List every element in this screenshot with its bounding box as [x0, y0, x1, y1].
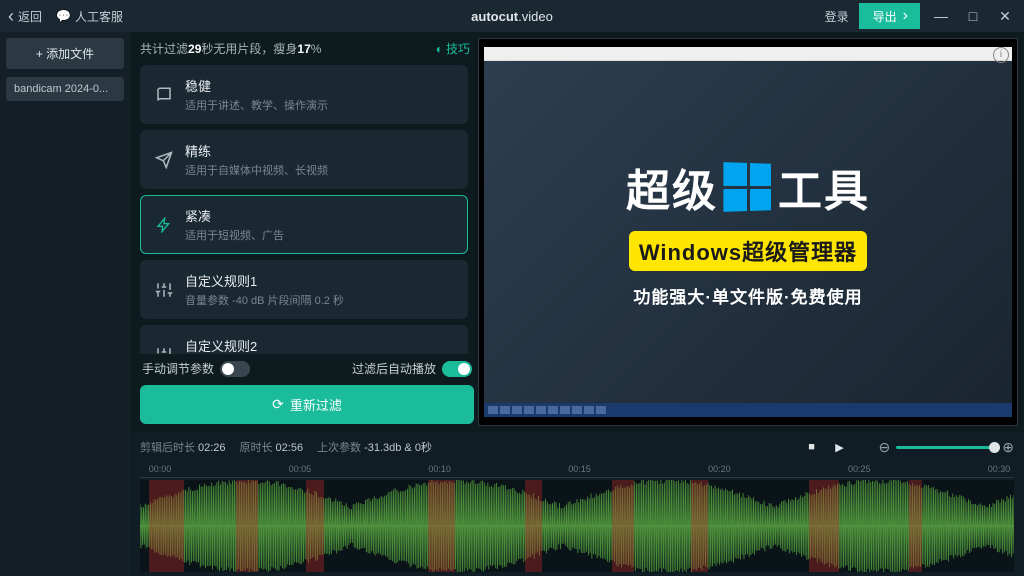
refilter-button[interactable]: 重新过滤: [140, 385, 474, 424]
cut-segment[interactable]: [909, 480, 922, 572]
windows-logo-icon: [723, 163, 771, 213]
mode-title: 自定义规则2: [185, 336, 344, 354]
cut-segment[interactable]: [612, 480, 634, 572]
cut-segment[interactable]: [149, 480, 184, 572]
zoom-slider[interactable]: [896, 446, 996, 449]
add-file-button[interactable]: + 添加文件: [6, 38, 124, 69]
export-button[interactable]: 导出: [859, 3, 920, 29]
mode-desc: 音量参数 -40 dB 片段间隔 0.2 秒: [185, 292, 344, 308]
titlebar: 返回 人工客服 autocut.video 登录 导出 — □ ✕: [0, 0, 1024, 32]
file-item[interactable]: bandicam 2024-0...: [6, 77, 124, 101]
mode-list: 稳健适用于讲述、教学、操作演示精练适用于自媒体中视频、长视频紧凑适用于短视频、广…: [140, 65, 474, 354]
autoplay-toggle[interactable]: [442, 361, 472, 377]
stop-button[interactable]: ■: [803, 438, 821, 456]
preview-info-icon[interactable]: i: [993, 47, 1009, 63]
mode-card[interactable]: 精练适用于自媒体中视频、长视频: [140, 130, 468, 189]
app-title: autocut.video: [471, 9, 553, 24]
waveform[interactable]: [140, 480, 1014, 572]
ruler-tick: 00:00: [149, 464, 172, 474]
cut-segment[interactable]: [691, 480, 708, 572]
mode-card[interactable]: 自定义规则2音量参数 -40 dB 片段间隔 0.2 秒: [140, 325, 468, 354]
mode-desc: 适用于自媒体中视频、长视频: [185, 162, 328, 178]
ruler-tick: 00:25: [848, 464, 871, 474]
cut-segment[interactable]: [525, 480, 542, 572]
cut-segment[interactable]: [428, 480, 454, 572]
preview-badge: Windows超级管理器: [629, 231, 867, 271]
mode-title: 稳健: [185, 76, 328, 95]
sidebar: + 添加文件 bandicam 2024-0...: [0, 32, 130, 576]
book-icon: [153, 84, 175, 106]
ruler-tick: 00:20: [708, 464, 731, 474]
video-preview[interactable]: 超级 工具 Windows超级管理器 功能强大·单文件版·免费使用 i: [478, 38, 1018, 426]
ruler-tick: 00:30: [988, 464, 1011, 474]
controls-panel: 共计过滤29秒无用片段，瘦身17% 技巧 稳健适用于讲述、教学、操作演示精练适用…: [130, 32, 478, 432]
mode-title: 自定义规则1: [185, 271, 344, 290]
cut-segment[interactable]: [236, 480, 258, 572]
zoom-in-icon[interactable]: ⊕: [1002, 439, 1014, 456]
cut-segment[interactable]: [306, 480, 323, 572]
bolt-icon: [153, 214, 175, 236]
play-button[interactable]: ▶: [831, 438, 849, 456]
sliders-icon: [153, 344, 175, 355]
tips-button[interactable]: 技巧: [436, 40, 470, 57]
back-button[interactable]: 返回: [8, 7, 42, 25]
customer-service-button[interactable]: 人工客服: [56, 8, 123, 25]
maximize-button[interactable]: □: [962, 8, 984, 24]
mode-desc: 适用于讲述、教学、操作演示: [185, 97, 328, 113]
manual-params-label: 手动调节参数: [142, 360, 214, 377]
autoplay-label: 过滤后自动播放: [352, 360, 436, 377]
login-button[interactable]: 登录: [825, 8, 849, 25]
preview-heading-left: 超级: [626, 155, 718, 219]
mode-desc: 适用于短视频、广告: [185, 227, 284, 243]
sliders-icon: [153, 279, 175, 301]
cut-segment[interactable]: [809, 480, 840, 572]
mode-card[interactable]: 紧凑适用于短视频、广告: [140, 195, 468, 254]
preview-taskbar: [484, 403, 1011, 417]
preview-window-titlebar: [484, 47, 1011, 61]
preview-heading-right: 工具: [778, 155, 870, 219]
zoom-out-icon[interactable]: ⊖: [879, 439, 891, 456]
ruler-tick: 00:10: [428, 464, 451, 474]
close-button[interactable]: ✕: [994, 8, 1016, 25]
timeline: 剪辑后时长02:26 原时长02:56 上次参数-31.3db & 0秒 ■ ▶…: [130, 432, 1024, 576]
filter-stats: 共计过滤29秒无用片段，瘦身17% 技巧: [140, 40, 474, 65]
mode-title: 精练: [185, 141, 328, 160]
mode-card[interactable]: 稳健适用于讲述、教学、操作演示: [140, 65, 468, 124]
manual-params-toggle[interactable]: [220, 361, 250, 377]
minimize-button[interactable]: —: [930, 8, 952, 24]
waveform-svg: [140, 480, 1014, 572]
ruler-tick: 00:15: [568, 464, 591, 474]
mode-card[interactable]: 自定义规则1 音量参数 -40 dB 片段间隔 0.2 秒: [140, 260, 468, 319]
timeline-ruler[interactable]: 00:00 00:05 00:10 00:15 00:20 00:25 00:30: [140, 462, 1014, 478]
preview-subtitle: 功能强大·单文件版·免费使用: [633, 283, 862, 308]
mode-title: 紧凑: [185, 206, 284, 225]
send-icon: [153, 149, 175, 171]
ruler-tick: 00:05: [289, 464, 312, 474]
